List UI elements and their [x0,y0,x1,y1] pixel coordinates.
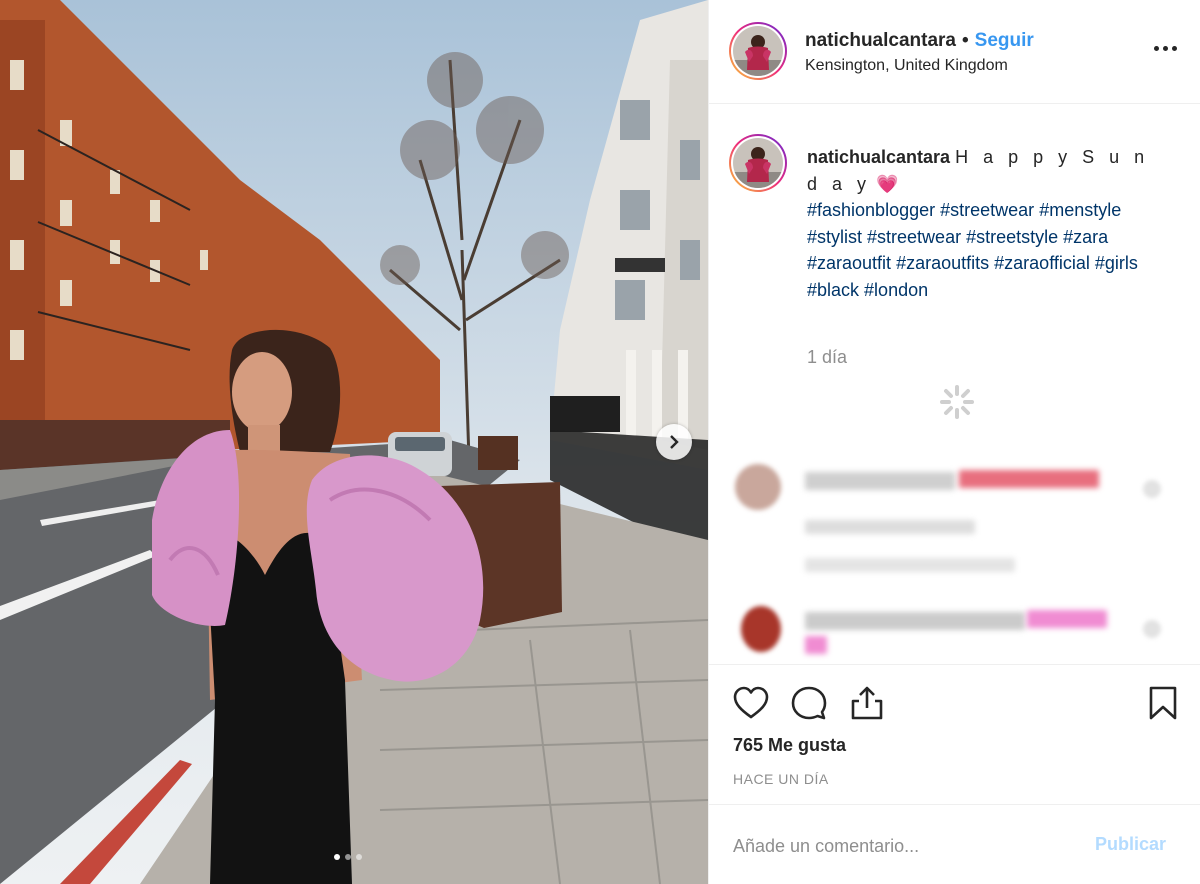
hashtag-link[interactable]: #streetstyle [966,227,1058,247]
caption-avatar[interactable] [729,134,787,192]
heart-emoji: 💗 [876,173,899,194]
action-bar: 765 Me gusta HACE UN DÍA [709,664,1200,804]
publish-button[interactable]: Publicar [1095,834,1166,855]
comment-input[interactable] [733,829,1073,863]
commenter-avatar[interactable] [735,464,781,510]
hashtag-link[interactable]: #streetwear [940,200,1034,220]
hashtag-link[interactable]: #zaraofficial [994,253,1090,273]
bookmark-icon [1149,686,1177,720]
hashtag-link[interactable]: #girls [1095,253,1138,273]
hashtag-list: #fashionblogger #streetwear #menstyle #s… [807,200,1138,300]
comment-item [709,604,1200,664]
more-options-icon [1153,45,1159,51]
carousel-dot [345,854,351,860]
chevron-right-icon [670,435,679,449]
carousel-dot [356,854,362,860]
next-photo-button[interactable] [656,424,692,460]
comment-text [805,472,955,490]
carousel-dot [334,854,340,860]
caption-username[interactable]: natichualcantara [807,147,950,167]
author-username[interactable]: natichualcantara [805,30,956,51]
hashtag-link[interactable]: #black [807,280,859,300]
follow-button[interactable]: Seguir [975,30,1034,51]
comment-button[interactable] [789,683,829,723]
comment-replies [805,558,1015,572]
avatar-image [733,26,783,76]
author-avatar[interactable] [729,22,787,80]
comment-form: Publicar [709,804,1200,884]
like-count[interactable]: 765 Me gusta [733,735,846,756]
post-sidebar: natichualcantara • Seguir Kensington, Unit… [708,0,1200,884]
comment-bubble-icon [791,686,827,720]
comment-text [805,612,1025,630]
comment-item [709,460,1200,580]
hashtag-link[interactable]: #menstyle [1039,200,1121,220]
hashtag-link[interactable]: #streetwear [867,227,961,247]
post-header: natichualcantara • Seguir Kensington, Unit… [709,0,1200,104]
hashtag-link[interactable]: #london [864,280,928,300]
comment-emoji [1027,610,1107,628]
street-photo-image [0,0,708,884]
hashtag-link[interactable]: #zaraoutfits [896,253,989,273]
heart-icon [733,686,769,719]
commenter-avatar[interactable] [741,606,781,652]
post-caption: natichualcantara H a p p y S u n d a y 💗… [807,144,1167,303]
heart-icon[interactable] [1143,620,1161,638]
avatar-image [733,138,783,188]
comment-emoji [959,470,1099,488]
loading-spinner-icon [940,385,974,419]
carousel-indicator [334,854,362,860]
heart-icon[interactable] [1143,480,1161,498]
post-timestamp: HACE UN DÍA [733,771,829,787]
post-photo[interactable] [0,0,708,884]
hashtag-link[interactable]: #stylist [807,227,862,247]
hashtag-link[interactable]: #fashionblogger [807,200,935,220]
separator-dot: • [962,30,969,51]
post-location[interactable]: Kensington, United Kingdom [805,57,1008,75]
more-options-button[interactable] [1149,36,1181,60]
save-button[interactable] [1143,683,1183,723]
caption-age: 1 día [807,347,848,367]
hashtag-link[interactable]: #zara [1063,227,1108,247]
hashtag-link[interactable]: #zaraoutfit [807,253,891,273]
header-user-line: natichualcantara • Seguir [805,30,1034,52]
share-button[interactable] [847,683,887,723]
share-icon [851,686,883,720]
like-button[interactable] [731,683,771,723]
comment-meta [805,520,975,534]
comments-section: natichualcantara H a p p y S u n d a y 💗… [709,104,1200,664]
comment-emoji [805,636,827,654]
